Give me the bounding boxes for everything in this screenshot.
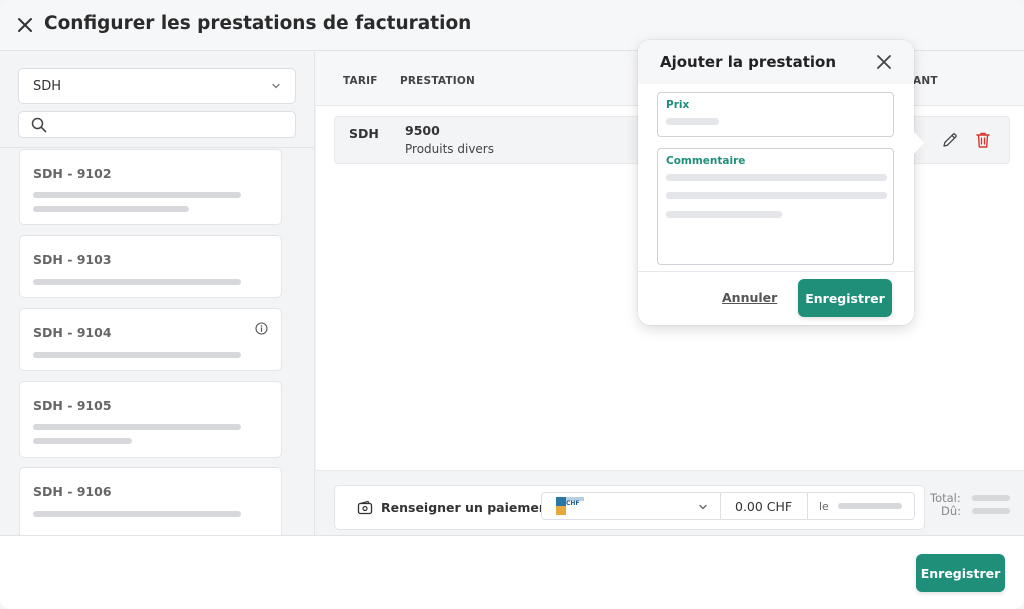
popover-save-button[interactable]: Enregistrer <box>798 279 892 317</box>
placeholder-bar <box>33 352 241 358</box>
placeholder-bar <box>33 424 241 430</box>
search-field <box>18 111 296 138</box>
footer: Enregistrer <box>0 535 1024 609</box>
info-icon[interactable] <box>255 322 268 335</box>
list-item-title: SDH - 9103 <box>33 252 112 267</box>
placeholder-bar <box>666 192 887 199</box>
list-item-title: SDH - 9105 <box>33 398 112 413</box>
pencil-icon[interactable] <box>941 131 959 149</box>
search-icon <box>31 117 47 133</box>
payment-bar: Renseigner un paiement CHF 0.00 CHF le <box>334 485 925 530</box>
divider <box>807 493 808 519</box>
column-header-prestation: PRESTATION <box>400 75 475 87</box>
column-header-montant: ANT <box>913 75 938 87</box>
popover-title: Ajouter la prestation <box>660 53 837 71</box>
search-input[interactable] <box>53 116 289 134</box>
price-field[interactable]: Prix <box>657 92 894 137</box>
amount-value[interactable]: 0.00 CHF <box>735 499 792 514</box>
date-placeholder-bar[interactable] <box>838 503 902 509</box>
payment-label[interactable]: Renseigner un paiement <box>381 500 554 515</box>
tarif-select[interactable]: SDH <box>18 68 296 104</box>
due-label: Dû: <box>941 504 962 518</box>
placeholder-bar <box>33 511 241 517</box>
placeholder-bar <box>33 192 241 198</box>
page-title: Configurer les prestations de facturatio… <box>44 13 472 34</box>
cancel-button[interactable]: Annuler <box>722 290 777 305</box>
sidebar: SDH SDH - 9102 SDH - 9103 SDH - 9104 SDH… <box>0 52 315 535</box>
list-item[interactable]: SDH - 9105 <box>19 381 282 458</box>
divider <box>638 271 914 272</box>
row-description: Produits divers <box>405 142 494 156</box>
placeholder-bar <box>666 211 782 218</box>
chevron-down-icon[interactable] <box>698 502 708 512</box>
list-item[interactable]: SDH - 9102 <box>19 149 282 225</box>
placeholder-bar <box>33 206 189 212</box>
placeholder-bar <box>666 174 887 181</box>
price-label: Prix <box>666 99 690 111</box>
tarif-select-value: SDH <box>33 78 62 94</box>
payment-zone: Renseigner un paiement CHF 0.00 CHF le T… <box>316 470 1024 535</box>
list-item-title: SDH - 9106 <box>33 484 112 499</box>
popover-header: Ajouter la prestation <box>638 40 914 84</box>
due-value-bar <box>972 508 1010 514</box>
list-item[interactable]: SDH - 9103 <box>19 235 282 298</box>
divider <box>0 147 314 148</box>
chevron-down-icon <box>272 83 280 89</box>
placeholder-bar <box>33 279 241 285</box>
placeholder-bar <box>33 438 132 444</box>
column-header-tarif: TARIF <box>343 75 378 87</box>
list-item-title: SDH - 9104 <box>33 325 112 340</box>
row-code: 9500 <box>405 123 440 138</box>
total-label: Total: <box>930 491 961 505</box>
list-item-title: SDH - 9102 <box>33 166 112 181</box>
date-prefix: le <box>819 500 829 513</box>
save-button[interactable]: Enregistrer <box>916 554 1005 592</box>
list-item[interactable]: SDH - 9106 <box>19 467 282 535</box>
close-icon[interactable] <box>16 16 34 34</box>
trash-icon[interactable] <box>975 131 991 149</box>
popover-arrow <box>913 131 924 155</box>
close-icon[interactable] <box>876 54 892 70</box>
billing-config-window: Configurer les prestations de facturatio… <box>0 0 1024 609</box>
add-prestation-popover: Ajouter la prestation Prix Commentaire A… <box>638 40 924 325</box>
divider <box>720 493 721 519</box>
currency-amount-field[interactable]: CHF 0.00 CHF le <box>541 492 915 520</box>
comment-label: Commentaire <box>666 155 746 167</box>
currency-code: CHF <box>566 500 580 507</box>
row-tarif: SDH <box>349 126 379 141</box>
wallet-icon <box>357 500 373 515</box>
placeholder-bar <box>666 118 719 125</box>
total-value-bar <box>972 495 1010 501</box>
list-item[interactable]: SDH - 9104 <box>19 308 282 371</box>
comment-field[interactable]: Commentaire <box>657 148 894 265</box>
